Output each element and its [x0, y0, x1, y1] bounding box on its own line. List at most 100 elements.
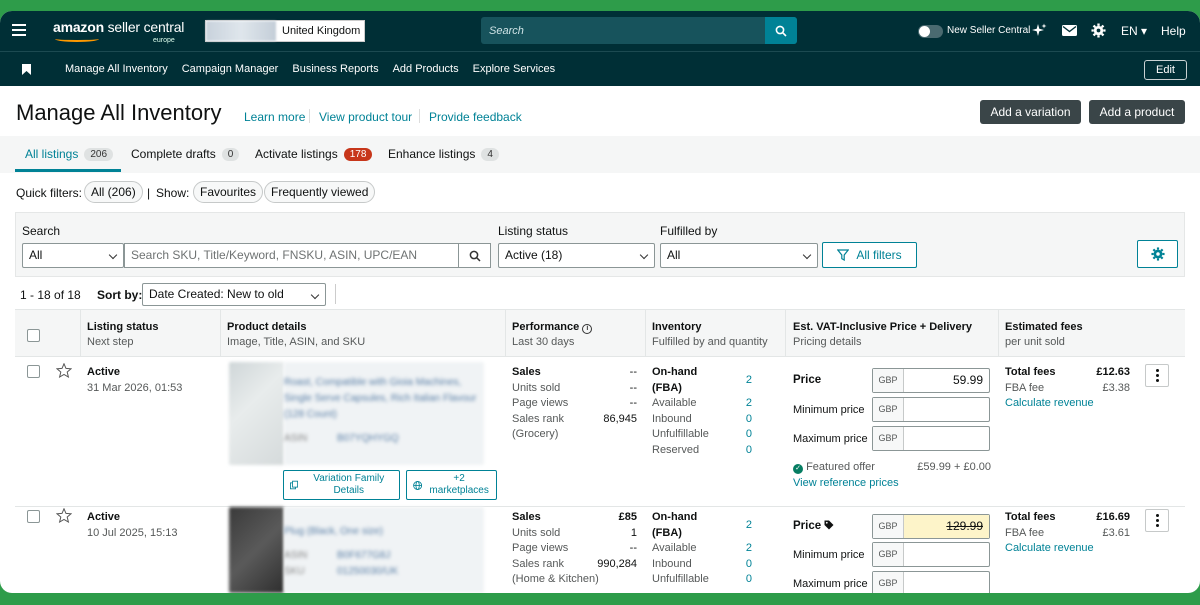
count-badge: 178	[343, 147, 373, 161]
column-header-product[interactable]: Product details Image, Title, ASIN, and S…	[227, 320, 365, 350]
select-all-checkbox[interactable]	[27, 329, 40, 342]
calculate-revenue-link[interactable]: Calculate revenue	[1005, 541, 1130, 557]
count-badge: 206	[84, 147, 114, 161]
favourite-star-icon[interactable]	[55, 507, 73, 526]
column-header-performance[interactable]: Performance i Last 30 days	[512, 320, 593, 350]
fulfilled-by-label: Fulfilled by	[660, 224, 718, 238]
learn-more-link[interactable]: Learn more	[244, 110, 305, 124]
listing-status-label: Listing status	[498, 224, 569, 238]
provide-feedback-link[interactable]: Provide feedback	[429, 110, 522, 124]
price-label: Price	[793, 519, 834, 536]
all-filters-button[interactable]: All filters	[822, 242, 917, 268]
row-checkbox[interactable]	[27, 365, 40, 378]
seller-central-logo[interactable]: amazon seller central europe	[53, 20, 184, 44]
currency-label: GBP	[873, 398, 904, 421]
variation-family-button[interactable]: Variation Family Details	[283, 470, 400, 500]
select-value: All	[667, 248, 681, 262]
tab-complete-drafts[interactable]: Complete drafts 0	[131, 147, 240, 161]
marketplaces-button[interactable]: +2 marketplaces	[406, 470, 497, 500]
row-checkbox[interactable]	[27, 510, 40, 523]
maximum-price-value[interactable]	[904, 572, 989, 593]
add-variation-button[interactable]: Add a variation	[980, 100, 1081, 124]
settings-gear-icon[interactable]	[1091, 23, 1106, 41]
maximum-price-input[interactable]: GBP	[872, 571, 990, 593]
tab-label: Complete drafts	[131, 147, 216, 161]
store-selector[interactable]: United Kingdom	[205, 20, 365, 42]
sort-select[interactable]: Date Created: New to old	[142, 283, 326, 306]
product-title[interactable]: Plug (Black, One size)	[284, 524, 383, 540]
listing-status-select[interactable]: Active (18)	[498, 243, 655, 268]
column-header-inventory[interactable]: Inventory Fulfilled by and quantity	[652, 320, 768, 350]
product-title[interactable]: Roast, Compatible with Gioia Machines, S…	[284, 375, 484, 423]
nav-add-products[interactable]: Add Products	[393, 63, 459, 75]
column-header-status[interactable]: Listing status Next step	[87, 320, 159, 350]
language-selector[interactable]: EN ▾	[1121, 24, 1147, 38]
new-seller-central-label: New Seller Central	[947, 25, 1031, 36]
fees-cell: Total fees £12.63 FBA fee £3.38 Calculate …	[1005, 365, 1130, 412]
nav-business-reports[interactable]: Business Reports	[292, 63, 378, 75]
fulfilled-by-select[interactable]: All	[660, 243, 818, 268]
featured-offer: ✓ Featured offer £59.99 + £0.00 View ref…	[793, 460, 991, 491]
product-image[interactable]	[229, 362, 284, 465]
tab-activate-listings[interactable]: Activate listings 178	[255, 147, 373, 161]
price-input[interactable]: GBP 129.99	[872, 514, 990, 539]
check-circle-icon: ✓	[793, 464, 803, 474]
search-sku-input[interactable]: Search SKU, Title/Keyword, FNSKU, ASIN, …	[124, 243, 459, 268]
new-seller-central-toggle[interactable]	[918, 25, 943, 38]
column-header-fees[interactable]: Estimated fees per unit sold	[1005, 320, 1083, 350]
row-actions-menu-icon[interactable]	[1145, 364, 1169, 387]
frequently-viewed-pill[interactable]: Frequently viewed	[264, 181, 376, 203]
search-button[interactable]	[458, 243, 491, 268]
calculate-revenue-link[interactable]: Calculate revenue	[1005, 396, 1130, 412]
search-label: Search	[22, 224, 61, 238]
global-search-input[interactable]: Search	[481, 25, 765, 37]
marketplaces-label: +2 marketplaces	[429, 473, 489, 496]
edit-nav-button[interactable]: Edit	[1144, 60, 1187, 80]
minimum-price-label: Minimum price	[793, 549, 865, 561]
product-image[interactable]	[229, 507, 284, 593]
add-product-button[interactable]: Add a product	[1089, 100, 1185, 124]
price-value[interactable]: 59.99	[904, 369, 989, 392]
nav-explore-services[interactable]: Explore Services	[473, 63, 556, 75]
gear-icon	[1150, 247, 1165, 261]
search-scope-select[interactable]: All	[22, 243, 124, 268]
price-value[interactable]: 129.99	[904, 515, 989, 538]
globe-icon	[413, 480, 423, 490]
tab-enhance-listings[interactable]: Enhance listings 4	[388, 147, 499, 161]
minimum-price-input[interactable]: GBP	[872, 542, 990, 567]
sparkle-icon[interactable]	[1031, 23, 1047, 42]
mail-icon[interactable]	[1062, 25, 1077, 39]
minimum-price-value[interactable]	[904, 543, 989, 566]
maximum-price-input[interactable]: GBP	[872, 426, 990, 451]
nav-campaign-manager[interactable]: Campaign Manager	[182, 63, 279, 75]
global-search[interactable]: Search	[481, 17, 797, 44]
tab-all-listings[interactable]: All listings 206	[25, 147, 114, 161]
divider	[309, 109, 310, 123]
currency-label: GBP	[873, 427, 904, 450]
filter-all-pill[interactable]: All (206)	[84, 181, 143, 203]
help-link[interactable]: Help	[1161, 24, 1186, 38]
page-title: Manage All Inventory	[16, 100, 222, 125]
bookmark-icon[interactable]	[22, 64, 31, 78]
favourite-star-icon[interactable]	[55, 362, 73, 381]
column-header-price[interactable]: Est. VAT-Inclusive Price + Delivery Prici…	[793, 320, 972, 350]
row-actions-menu-icon[interactable]	[1145, 509, 1169, 532]
product-tour-link[interactable]: View product tour	[319, 110, 412, 124]
minimum-price-input[interactable]: GBP	[872, 397, 990, 422]
sort-by-label: Sort by:	[97, 288, 143, 302]
maximum-price-value[interactable]	[904, 427, 989, 450]
view-reference-prices-link[interactable]: View reference prices	[793, 476, 991, 492]
store-country: United Kingdom	[282, 25, 361, 37]
all-filters-label: All filters	[856, 248, 902, 262]
price-input[interactable]: GBP 59.99	[872, 368, 990, 393]
nav-manage-all-inventory[interactable]: Manage All Inventory	[65, 63, 168, 75]
minimum-price-value[interactable]	[904, 398, 989, 421]
hamburger-menu-icon[interactable]	[12, 24, 26, 36]
search-icon[interactable]	[765, 17, 797, 44]
maximum-price-label: Maximum price	[793, 433, 868, 445]
table-settings-button[interactable]	[1137, 240, 1178, 268]
active-tab-indicator	[15, 169, 121, 172]
copy-icon	[290, 480, 299, 490]
favourites-pill[interactable]: Favourites	[193, 181, 264, 203]
results-count: 1 - 18 of 18	[20, 288, 81, 302]
